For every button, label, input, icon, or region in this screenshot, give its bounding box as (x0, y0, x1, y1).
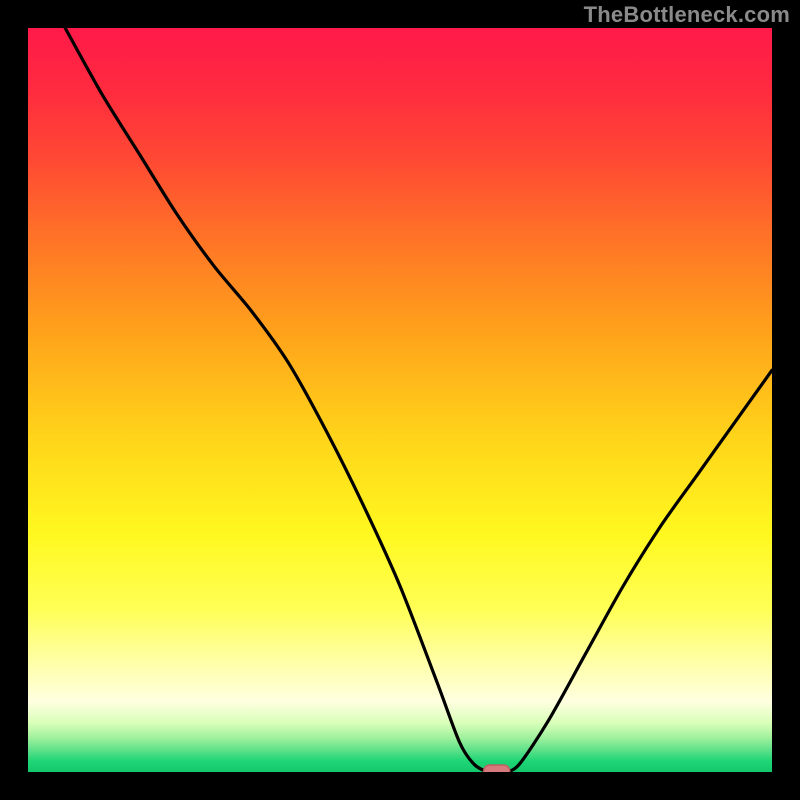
chart-svg (28, 28, 772, 772)
gradient-background (28, 28, 772, 772)
optimum-marker (484, 765, 510, 772)
bottleneck-chart (28, 28, 772, 772)
chart-frame: TheBottleneck.com (0, 0, 800, 800)
watermark-text: TheBottleneck.com (584, 2, 790, 28)
